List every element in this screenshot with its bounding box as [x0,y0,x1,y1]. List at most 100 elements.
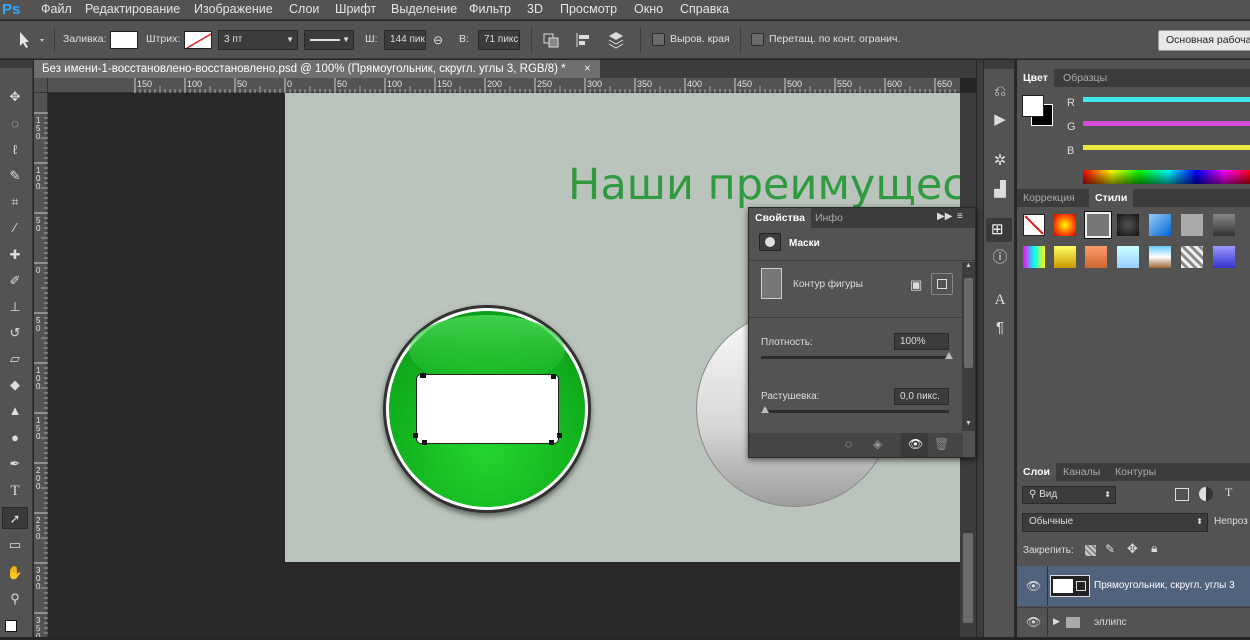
brush-tool-icon[interactable]: ✐ [2,270,28,292]
blend-mode-dropdown[interactable]: Обычные ⬍ [1022,513,1208,532]
lock-pixels-icon[interactable]: ✎ [1105,542,1115,556]
layer-filter-dropdown[interactable]: ⚲ Вид ⬍ [1022,486,1116,504]
anchor-point[interactable] [549,440,554,445]
collapse-icon[interactable]: ▶▶ [937,211,952,222]
foreground-color-swatch[interactable] [1022,95,1044,117]
histogram-panel-icon[interactable]: ▟ [988,178,1012,202]
history-brush-tool-icon[interactable]: ↺ [2,322,28,344]
height-field[interactable]: 71 пикс [478,30,520,50]
type-tool-icon[interactable]: T [2,480,28,502]
style-swatch[interactable] [1054,214,1076,236]
menu-image[interactable]: Изображение [194,0,273,20]
pen-tool-icon[interactable]: ✒ [2,453,28,475]
workspace-button[interactable]: Основная рабочая [1158,30,1250,51]
tab-styles[interactable]: Стили [1089,189,1134,207]
filter-type-icon[interactable]: T [1225,485,1232,500]
select-path-icon[interactable] [931,273,953,295]
style-swatch[interactable] [1117,246,1139,268]
foreground-color-swatch[interactable] [5,620,17,632]
align-edges-checkbox[interactable] [652,33,665,46]
tab-swatches[interactable]: Образцы [1057,69,1113,87]
stroke-swatch[interactable] [184,31,212,49]
style-swatch[interactable] [1085,246,1107,268]
style-swatch-selected[interactable] [1085,212,1111,238]
style-swatch[interactable] [1181,214,1203,236]
close-icon[interactable]: × [584,60,591,78]
dodge-tool-icon[interactable]: ● [2,427,28,449]
style-swatch[interactable] [1054,246,1076,268]
trash-icon[interactable]: 🗑︎ [934,437,949,451]
path-operations-icon[interactable] [542,31,562,49]
character-panel-icon[interactable]: A [988,288,1012,312]
style-swatch[interactable] [1149,246,1171,268]
paint-bucket-tool-icon[interactable]: ◆ [2,374,28,396]
crop-tool-icon[interactable]: ⌗ [2,191,28,213]
path-selection-tool-icon[interactable]: ➚ [2,507,28,529]
menu-3d[interactable]: 3D [527,0,543,20]
constrain-drag-checkbox[interactable] [751,33,764,46]
menu-layers[interactable]: Слои [289,0,319,20]
apply-mask-icon[interactable]: ◈ [873,437,882,451]
clone-stamp-tool-icon[interactable]: ⊥ [2,296,28,318]
anchor-point[interactable] [557,433,562,438]
scrollbar-thumb[interactable] [963,533,973,623]
eyedropper-tool-icon[interactable]: ⁄ [2,217,28,239]
stroke-width-field[interactable]: 3 пт ▼ [218,30,298,50]
stroke-type-dropdown[interactable]: ▼ [304,30,354,50]
channel-g-slider[interactable] [1083,121,1250,126]
style-swatch[interactable] [1213,246,1235,268]
properties-panel-icon[interactable]: ⊞ [986,218,1012,242]
scroll-down-icon[interactable]: ▼ [965,420,972,427]
density-field[interactable]: 100% [894,333,949,350]
tab-adjustments[interactable]: Коррекция [1017,189,1081,207]
add-mask-icon[interactable]: ▣ [910,277,922,293]
path-selection-tool-preset-icon[interactable] [14,30,48,50]
menu-window[interactable]: Окно [634,0,663,20]
tab-properties[interactable]: Свойства [749,208,811,228]
actions-panel-icon[interactable]: ▶ [988,108,1012,132]
style-swatch[interactable] [1213,214,1235,236]
anchor-point[interactable] [413,433,418,438]
layer-row-selected[interactable]: 👁︎ Прямоугольник, скругл. углы 3 [1017,566,1250,606]
rounded-rectangle-shape[interactable] [416,374,559,444]
tab-color[interactable]: Цвет [1017,69,1054,87]
anchor-point[interactable] [420,373,426,378]
feather-slider[interactable] [761,406,949,413]
menu-type[interactable]: Шрифт [335,0,376,20]
menu-filter[interactable]: Фильтр [469,0,511,20]
brush-presets-panel-icon[interactable]: ✲ [988,149,1012,173]
expand-arrow-icon[interactable]: ▶ [1053,616,1060,627]
lasso-tool-icon[interactable]: ℓ [2,139,28,161]
marquee-tool-icon[interactable]: ◌ [2,113,28,135]
eraser-tool-icon[interactable]: ▱ [2,348,28,370]
path-alignment-icon[interactable] [574,31,594,49]
style-swatch[interactable] [1181,246,1203,268]
tab-channels[interactable]: Каналы [1057,463,1106,481]
menu-file[interactable]: Файл [41,0,72,20]
fill-swatch[interactable] [110,31,138,49]
hand-tool-icon[interactable]: ✋ [2,562,28,584]
visibility-eye-icon[interactable]: 👁︎ [1026,579,1041,593]
density-slider[interactable] [761,352,953,359]
quick-selection-tool-icon[interactable]: ✎ [2,165,28,187]
visibility-eye-icon[interactable]: 👁︎ [1026,615,1041,629]
zoom-tool-icon[interactable]: ⚲ [2,588,28,610]
history-panel-icon[interactable]: ⎌ [988,80,1012,104]
style-swatch[interactable] [1149,214,1171,236]
blur-tool-icon[interactable]: ▲ [2,400,28,422]
anchor-point[interactable] [422,440,427,445]
feather-field[interactable]: 0,0 пикс. [894,388,949,405]
feather-slider-handle[interactable] [761,406,769,413]
scroll-up-icon[interactable]: ▲ [965,262,972,269]
path-arrangement-icon[interactable] [605,30,627,50]
link-icon[interactable]: ⊖ [433,33,449,47]
panel-menu-icon[interactable]: ≡ [957,211,963,222]
tab-paths[interactable]: Контуры [1109,463,1162,481]
channel-r-slider[interactable] [1083,97,1250,102]
lock-transparent-icon[interactable] [1085,545,1096,556]
width-field[interactable]: 144 пик [384,30,426,50]
style-swatch[interactable] [1023,246,1045,268]
lock-position-icon[interactable]: ✥ [1127,541,1138,557]
info-panel-icon[interactable]: ⓘ [988,246,1012,270]
filter-pixel-icon[interactable] [1175,488,1189,501]
